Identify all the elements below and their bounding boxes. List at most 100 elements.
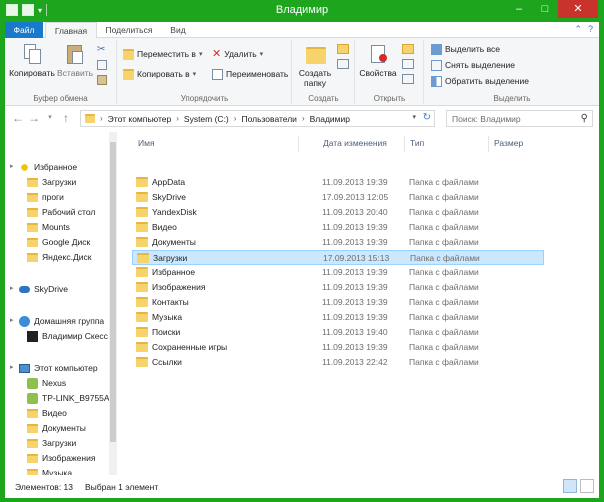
move-to-icon — [123, 49, 134, 60]
nav-computer[interactable]: ▸ Этот компьютер — [10, 361, 98, 375]
nav-favorite-5[interactable]: Яндекс.Диск — [27, 250, 91, 264]
history-icon[interactable] — [402, 74, 414, 84]
nav-scrollbar[interactable] — [109, 132, 117, 475]
column-header-size[interactable]: Размер — [494, 132, 523, 154]
column-header-name[interactable]: Имя — [138, 132, 155, 154]
new-item-icon[interactable] — [337, 44, 349, 54]
nav-favorite-2[interactable]: Рабочий стол — [27, 205, 95, 219]
nav-computer-item-1[interactable]: TP-LINK_B9755A — [27, 391, 110, 405]
copy-button[interactable]: Копировать — [9, 42, 55, 78]
column-divider[interactable] — [488, 136, 489, 152]
nav-favorite-0[interactable]: Загрузки — [27, 175, 76, 189]
expand-icon[interactable]: ▸ — [10, 361, 14, 375]
close-button[interactable]: ✕ — [558, 0, 598, 18]
nav-computer-item-4[interactable]: Загрузки — [27, 436, 76, 450]
breadcrumb-separator-icon[interactable]: › — [100, 114, 103, 123]
select-none-button[interactable]: Снять выделение — [431, 59, 515, 72]
breadcrumb-separator-icon[interactable]: › — [176, 114, 179, 123]
open-icon[interactable] — [402, 44, 414, 54]
copy-to-button[interactable]: Копировать в ▾ — [123, 68, 196, 81]
file-row[interactable]: Изображения 11.09.2013 19:39 Папка с файла… — [132, 280, 544, 295]
large-icons-view-icon[interactable] — [580, 479, 594, 493]
column-header-date[interactable]: Дата изменения — [323, 132, 387, 154]
move-to-button[interactable]: Переместить в ▾ — [123, 48, 202, 61]
breadcrumb-drive[interactable]: System (C:) — [184, 114, 229, 124]
easy-access-icon[interactable] — [337, 59, 349, 69]
tab-share[interactable]: Поделиться — [99, 22, 159, 38]
refresh-icon[interactable]: ↻ — [423, 112, 431, 123]
file-row[interactable]: Музыка 11.09.2013 19:39 Папка с файлами — [132, 310, 544, 325]
up-icon[interactable]: ↑ — [59, 111, 73, 125]
file-row[interactable]: Контакты 11.09.2013 19:39 Папка с файлами — [132, 295, 544, 310]
column-header-type[interactable]: Тип — [410, 132, 424, 154]
cut-icon[interactable]: ✂ — [97, 44, 113, 55]
recent-locations-icon[interactable]: ▾ — [43, 111, 57, 125]
file-row[interactable]: Сохраненные игры 11.09.2013 19:39 Папка с … — [132, 340, 544, 355]
breadcrumb-computer[interactable]: Этот компьютер — [108, 114, 172, 124]
file-row[interactable]: Документы 11.09.2013 19:39 Папка с файлами — [132, 235, 544, 250]
file-row[interactable]: YandexDisk 11.09.2013 20:40 Папка с файлам… — [132, 205, 544, 220]
tab-home[interactable]: Главная — [45, 22, 97, 39]
edit-icon[interactable] — [402, 59, 414, 69]
nav-favorite-0-label: Загрузки — [42, 177, 77, 187]
forward-icon[interactable]: → — [27, 111, 41, 125]
properties-button[interactable]: Свойства — [358, 42, 398, 78]
breadcrumb-users[interactable]: Пользователи — [241, 114, 296, 124]
file-row[interactable]: Ссылки 11.09.2013 22:42 Папка с файлами — [132, 355, 544, 370]
minimize-button[interactable]: – — [506, 0, 532, 18]
tab-view[interactable]: Вид — [163, 22, 193, 38]
file-row[interactable]: Загрузки 17.09.2013 15:13 Папка с файлами — [132, 250, 544, 265]
delete-button[interactable]: ✕ Удалить ▾ — [212, 48, 263, 61]
address-bar[interactable]: › Этот компьютер › System (C:) › Пользов… — [80, 110, 435, 127]
nav-favorite-1[interactable]: проги — [27, 190, 64, 204]
file-row[interactable]: Поиски 11.09.2013 19:40 Папка с файлами — [132, 325, 544, 340]
folder-icon — [136, 237, 148, 247]
breadcrumb-separator-icon[interactable]: › — [302, 114, 305, 123]
select-all-button[interactable]: Выделить все — [431, 43, 500, 56]
help-icon[interactable]: ? — [588, 24, 593, 35]
window-frame: ▾ Владимир – □ ✕ Файл Главная Поделиться… — [0, 0, 604, 502]
nav-homegroup-user-0[interactable]: Владимир Скесс — [27, 329, 108, 343]
search-icon[interactable]: ⚲ — [581, 113, 588, 124]
file-row[interactable]: AppData 11.09.2013 19:39 Папка с файлами — [132, 175, 544, 190]
move-to-dropdown-icon: ▾ — [198, 51, 203, 58]
nav-favorites[interactable]: ▸ Избранное — [10, 160, 77, 174]
rename-button[interactable]: Переименовать — [212, 68, 288, 81]
paste-button[interactable]: Вставить — [57, 42, 93, 78]
new-folder-button[interactable]: Создать папку — [295, 42, 335, 88]
nav-homegroup[interactable]: ▸ Домашняя группа — [10, 314, 104, 328]
expand-icon[interactable]: ▸ — [10, 282, 14, 296]
invert-selection-button[interactable]: Обратить выделение — [431, 75, 529, 88]
nav-favorite-4[interactable]: Google Диск — [27, 235, 90, 249]
breadcrumb-user[interactable]: Владимир — [310, 114, 350, 124]
nav-computer-item-2-label: Видео — [42, 408, 67, 418]
address-dropdown-icon[interactable]: ▾ — [412, 113, 416, 121]
copy-path-icon[interactable] — [97, 60, 107, 70]
copy-to-label: Копировать в — [137, 69, 190, 79]
nav-scroll-thumb[interactable] — [110, 142, 116, 442]
nav-favorite-3[interactable]: Mounts — [27, 220, 70, 234]
back-icon[interactable]: ← — [11, 111, 25, 125]
file-row[interactable]: Видео 11.09.2013 19:39 Папка с файлами — [132, 220, 544, 235]
tab-file[interactable]: Файл — [5, 22, 43, 38]
column-divider[interactable] — [298, 136, 299, 152]
breadcrumb-separator-icon[interactable]: › — [234, 114, 237, 123]
maximize-button[interactable]: □ — [532, 0, 558, 18]
nav-computer-item-5[interactable]: Изображения — [27, 451, 95, 465]
expand-icon[interactable]: ▸ — [10, 314, 14, 328]
file-row[interactable]: Избранное 11.09.2013 19:39 Папка с файлами — [132, 265, 544, 280]
nav-computer-item-0[interactable]: Nexus — [27, 376, 66, 390]
search-input[interactable]: Поиск: Владимир ⚲ — [446, 110, 593, 127]
nav-computer-item-6[interactable]: Музыка — [27, 466, 72, 475]
column-divider[interactable] — [404, 136, 405, 152]
nav-computer-item-3[interactable]: Документы — [27, 421, 86, 435]
collapse-ribbon-icon[interactable]: ⌃ — [574, 24, 582, 35]
file-row[interactable]: SkyDrive 17.09.2013 12:05 Папка с файлами — [132, 190, 544, 205]
nav-computer-item-3-icon — [27, 423, 38, 433]
title-bar[interactable]: ▾ Владимир – □ ✕ — [0, 0, 604, 22]
nav-skydrive[interactable]: ▸ SkyDrive — [10, 282, 68, 296]
details-view-icon[interactable] — [563, 479, 577, 493]
paste-shortcut-icon[interactable] — [97, 75, 107, 85]
expand-icon[interactable]: ▸ — [10, 160, 14, 174]
nav-computer-item-2[interactable]: Видео — [27, 406, 67, 420]
